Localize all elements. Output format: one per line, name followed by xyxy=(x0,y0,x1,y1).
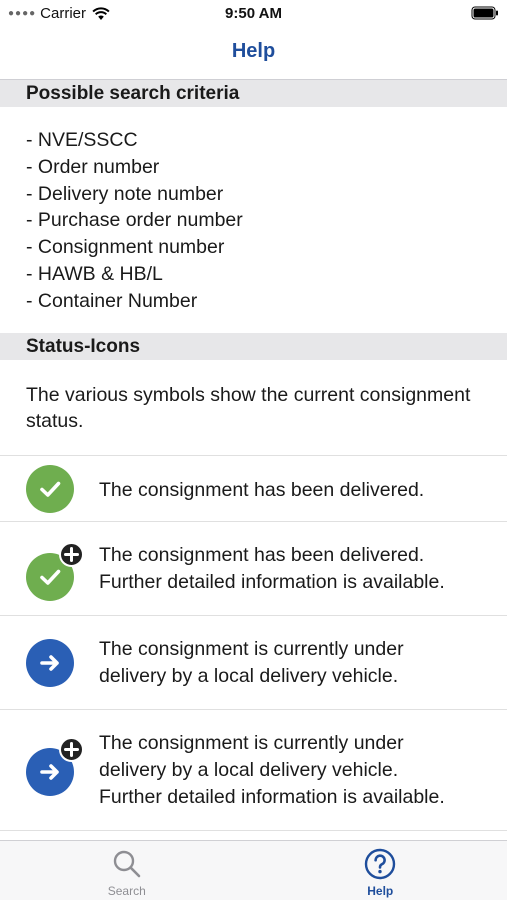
delivered-icon xyxy=(26,464,74,513)
status-row-delivered-more-info: The consignment has been delivered. Furt… xyxy=(0,522,507,616)
status-row-text: The consignment has been delivered. xyxy=(99,478,425,501)
list-item: - Order number xyxy=(26,155,160,178)
tab-help[interactable]: Help xyxy=(254,841,507,900)
help-content[interactable]: Possible search criteria - NVE/SSCC - Or… xyxy=(0,80,507,840)
status-row-text: The consignment has been delivered. Furt… xyxy=(99,542,487,596)
list-item: - HAWB & HB/L xyxy=(26,262,163,285)
status-intro-text: The various symbols show the current con… xyxy=(0,360,507,456)
status-row-text: The consignment is currently under deliv… xyxy=(99,730,487,811)
status-row-delivered: The consignment has been delivered. xyxy=(0,456,507,522)
search-icon xyxy=(113,850,141,878)
delivered-plus-icon xyxy=(26,541,84,601)
question-mark-icon xyxy=(365,848,396,880)
status-row-text-line: Further detailed information is availabl… xyxy=(99,785,445,808)
status-row-text: The consignment is currently under deliv… xyxy=(99,636,487,690)
tab-label: Search xyxy=(107,884,146,898)
navigation-bar: Help xyxy=(0,28,507,80)
plus-icon xyxy=(59,541,84,567)
section-header-status-icons: Status-Icons xyxy=(0,332,507,360)
in-delivery-icon xyxy=(26,638,74,687)
status-row-in-delivery-more-info: The consignment is currently under deliv… xyxy=(0,710,507,831)
in-delivery-plus-icon xyxy=(26,736,84,796)
list-item: - Delivery note number xyxy=(26,182,224,205)
section-header-search-criteria: Possible search criteria xyxy=(0,80,507,107)
tab-label: Help xyxy=(367,884,394,898)
status-row-in-delivery: The consignment is currently under deliv… xyxy=(0,616,507,710)
status-row-text-line: The consignment has been delivered. xyxy=(99,543,425,566)
list-item: - Container Number xyxy=(26,289,198,312)
list-item: - Purchase order number xyxy=(26,209,243,232)
battery-icon xyxy=(471,6,498,20)
plus-icon xyxy=(59,736,84,762)
list-item: - NVE/SSCC xyxy=(26,129,138,151)
tab-search[interactable]: Search xyxy=(0,841,254,900)
list-item: - Consignment number xyxy=(26,236,225,259)
status-row-text-line: delivery by a local delivery vehicle. xyxy=(99,758,399,781)
status-row-text-line: Further detailed information is availabl… xyxy=(99,570,445,593)
tab-bar: Search Help xyxy=(0,840,507,900)
status-row-text-line: delivery by a local delivery vehicle. xyxy=(99,664,399,687)
status-row-text-line: The consignment is currently under xyxy=(99,637,404,660)
page-title: Help xyxy=(231,40,276,62)
status-row-text-line: The consignment is currently under xyxy=(99,731,404,754)
search-criteria-list: - NVE/SSCC - Order number - Delivery not… xyxy=(0,107,507,333)
status-bar: ●●●● Carrier 9:50 AM xyxy=(0,0,507,28)
clock: 9:50 AM xyxy=(225,5,282,22)
